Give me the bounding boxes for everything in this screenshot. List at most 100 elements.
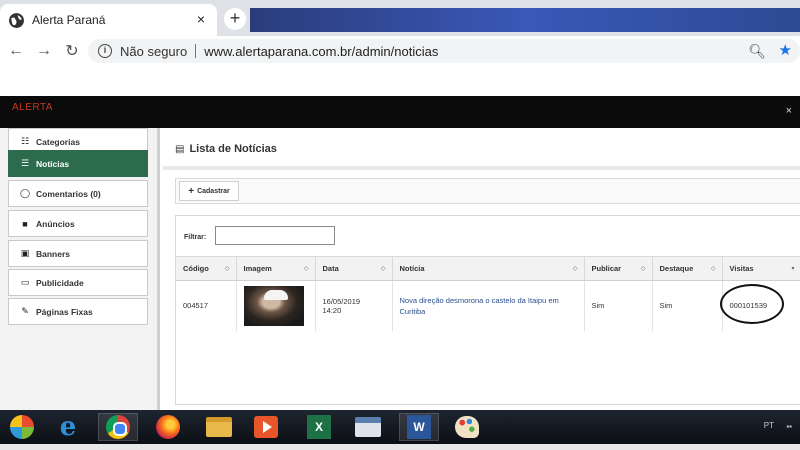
word-icon: W [407,415,431,439]
taskbar-firefox[interactable] [148,413,188,441]
news-title-link[interactable]: Nova direção desmorona o castelo da Itai… [400,295,577,317]
address-bar[interactable]: i Não seguro www.alertaparana.com.br/adm… [88,39,800,63]
sort-icon: ◇ [640,266,646,272]
column-header-codigo[interactable]: Código ◇ [176,256,237,281]
cadastrar-button[interactable]: + Cadastrar [179,181,239,201]
list-icon: ☰ [20,158,30,168]
start-button[interactable] [2,413,42,441]
column-header-imagem[interactable]: Imagem ◇ [236,256,316,281]
column-header-visitas[interactable]: Visitas ▾ [722,256,800,281]
tray-icons[interactable]: ▪▪ [786,422,792,431]
cell-noticia: Nova direção desmorona o castelo da Itai… [392,280,585,331]
bottom-strip [0,444,800,450]
image-icon: ▣ [20,248,30,258]
app-brand[interactable]: ALERTA [12,102,53,113]
cell-publicar: Sim [584,280,653,331]
security-label: Não seguro [120,43,188,59]
media-player-icon [254,416,278,438]
taskbar-paint[interactable] [447,413,487,441]
page-top-gap [0,66,800,96]
filter-label: Filtrar: [184,234,207,241]
time-text: 14:20 [322,305,342,315]
news-table: Código ◇ Imagem ◇ Data ◇ Notícia ◇ Publicar ◇… [176,256,800,331]
visits-highlight: 000101539 [719,284,784,325]
edit-icon: ✎ [21,306,29,316]
main-content: ▤ Lista de Notícias + Cadastrar Filtrar:… [163,128,800,410]
language-indicator[interactable]: PT [764,421,774,430]
cell-visitas: 000101539 [719,280,800,331]
firefox-icon [156,415,180,439]
cadastrar-label: Cadastrar [197,187,230,195]
sidebar-item-label: Banners [36,248,71,259]
browser-toolbar: ← → ↻ i Não seguro www.alertaparana.com.… [0,36,800,66]
column-header-publicar[interactable]: Publicar ◇ [584,256,653,281]
sidebar-item-banners[interactable]: ▣ Banners [8,240,148,267]
sidebar-item-anuncios[interactable]: ■ Anúncios [8,210,148,237]
column-header-noticia[interactable]: Notícia ◇ [392,256,585,281]
sort-icon: ◇ [380,266,386,272]
cell-codigo: 004517 [176,280,237,331]
taskbar-ie[interactable]: e [48,413,88,441]
reload-icon[interactable]: ↻ [60,41,84,61]
sidebar-item-publicidade[interactable]: ▭ Publicidade [8,269,148,296]
browser-tab[interactable]: Alerta Paraná × [0,4,217,36]
browser-tab-strip: Alerta Paraná × + [0,0,800,36]
back-icon[interactable]: ← [4,42,28,60]
table-row[interactable]: 004517 16/05/2019 14:20 Nova direção des… [176,280,800,331]
admin-sidebar: ☷ Categorias ☰ Notícias ◯ Comentarios (0… [0,128,160,410]
windows-taskbar: e X W PT ▪▪ [0,410,800,444]
panel-header: ▤ Lista de Notícias [175,143,277,155]
bookmark-star-icon[interactable]: ★ [779,41,792,59]
sidebar-item-label: Notícias [36,158,70,169]
page-title: Lista de Notícias [189,143,277,155]
taskbar-chrome[interactable] [98,413,138,441]
action-bar: + Cadastrar [175,178,800,204]
paint-icon [455,416,479,438]
news-table-panel: Filtrar: Código ◇ Imagem ◇ Data ◇ Notícia ◇ … [175,215,800,405]
column-header-destaque[interactable]: Destaque ◇ [652,256,723,281]
taskbar-excel[interactable]: X [299,413,339,441]
excel-icon: X [307,415,331,439]
comment-icon: ◯ [19,188,31,198]
sidebar-item-noticias[interactable]: ☰ Notícias [8,150,148,177]
sitemap-icon: ☷ [20,136,30,146]
info-icon[interactable]: i [98,44,112,58]
table-header-row: Código ◇ Imagem ◇ Data ◇ Notícia ◇ Publicar ◇… [176,256,800,281]
hand-drawn-circle [719,284,784,325]
taskbar-media[interactable] [246,413,286,441]
forward-icon[interactable]: → [32,42,56,60]
sort-desc-icon: ▾ [791,266,795,272]
url-text[interactable]: www.alertaparana.com.br/admin/noticias [204,44,438,59]
app-header: ALERTA × [0,96,800,128]
new-tab-button[interactable]: + [224,8,246,30]
filter-input[interactable] [215,226,335,245]
sidebar-item-comentarios[interactable]: ◯ Comentarios (0) [8,180,148,207]
sort-icon: ◇ [224,266,230,272]
taskbar-outlook[interactable] [348,413,388,441]
news-thumbnail[interactable] [243,285,304,326]
table-icon: ▤ [175,143,185,155]
background-window [250,8,800,32]
sort-icon: ◇ [303,266,309,272]
close-tab-icon[interactable]: × [193,10,209,28]
taskbar-word[interactable]: W [399,413,439,441]
sort-icon: ◇ [572,266,578,272]
video-icon: ■ [22,218,28,229]
sidebar-item-label: Publicidade [36,277,84,288]
app-close-icon[interactable]: × [786,105,792,117]
taskbar-explorer[interactable] [199,413,239,441]
sidebar-item-label: Comentarios (0) [36,188,101,199]
sidebar-item-label: Anúncios [36,218,75,229]
cell-imagem [236,280,316,331]
outlook-icon [355,417,381,437]
date-text: 16/05/2019 [322,296,361,306]
sidebar-item-paginas-fixas[interactable]: ✎ Páginas Fixas [8,298,148,325]
sidebar-item-label: Páginas Fixas [36,306,93,317]
cell-data: 16/05/2019 14:20 [315,280,393,331]
globe-icon [9,12,24,28]
sidebar-item-label: Categorias [36,136,80,147]
plus-icon: + [188,185,195,197]
windows-logo-icon [10,415,34,439]
zoom-icon[interactable]: 🔍︎ [748,43,766,60]
column-header-data[interactable]: Data ◇ [315,256,393,281]
